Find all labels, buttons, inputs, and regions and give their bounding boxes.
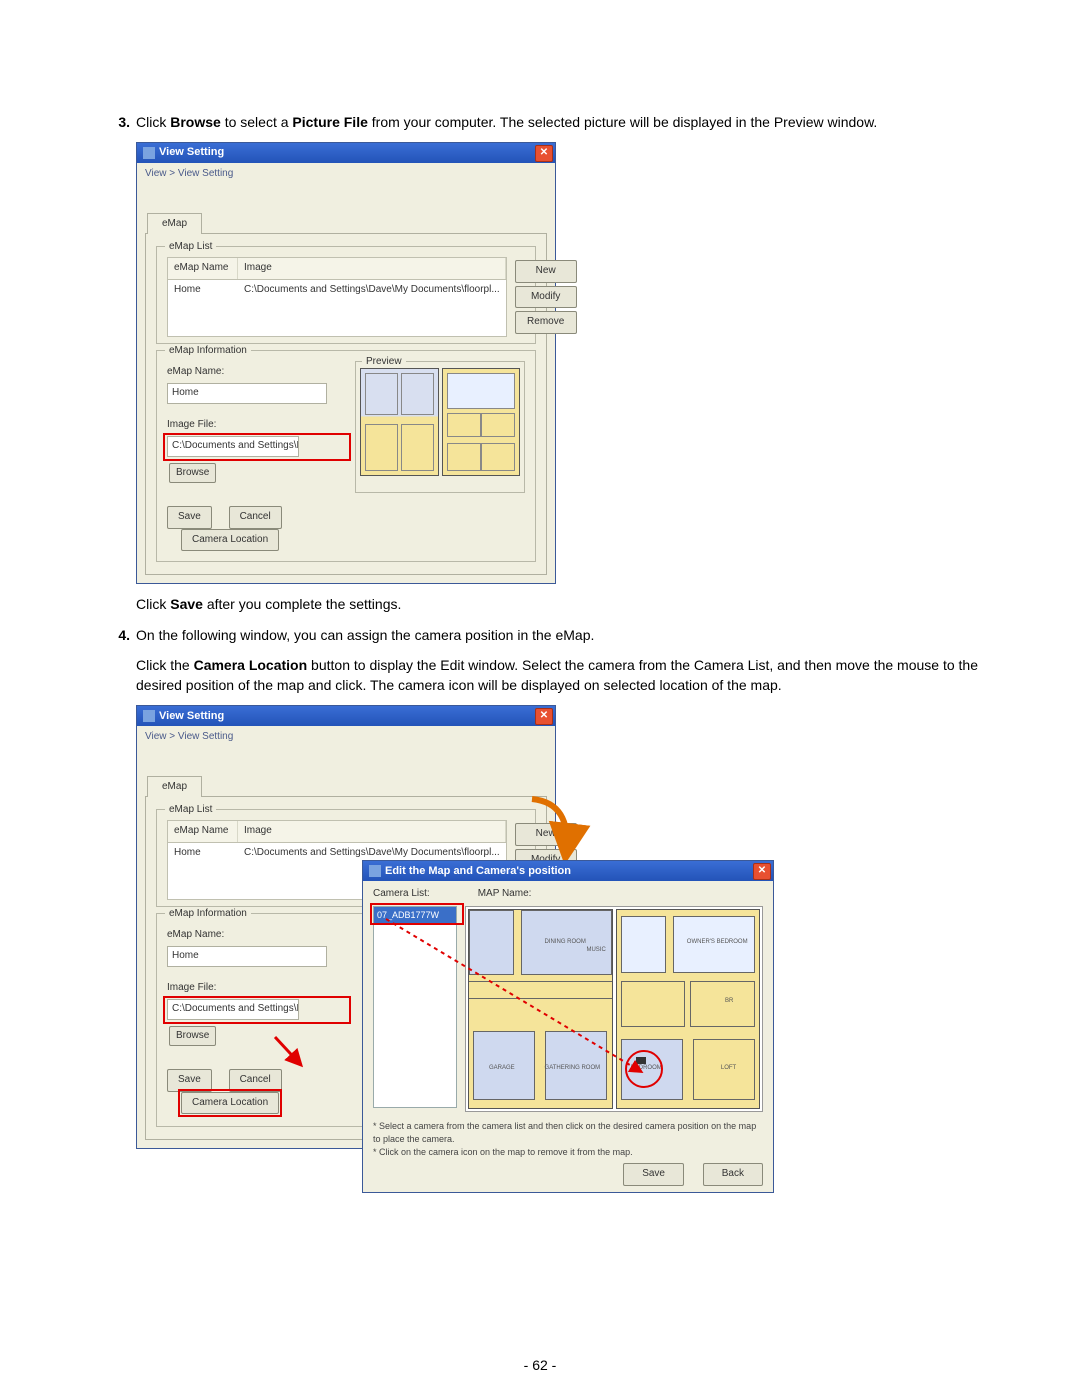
close-icon[interactable]: ✕	[535, 708, 553, 725]
app-icon	[143, 710, 155, 722]
group-emap-info: eMap Information	[165, 344, 251, 359]
step-body: On the following window, you can assign …	[136, 625, 980, 1181]
tip-text: * Select a camera from the camera list a…	[373, 1120, 763, 1146]
save-button[interactable]: Save	[167, 1069, 212, 1092]
window-titlebar: Edit the Map and Camera's position ✕	[363, 861, 773, 881]
tab-emap[interactable]: eMap	[147, 213, 202, 235]
camera-list-label: Camera List:	[373, 887, 430, 902]
step-number: 4.	[100, 625, 136, 1181]
breadcrumb: View > View Setting	[137, 163, 555, 186]
app-icon	[369, 865, 381, 877]
tip-text: * Click on the camera icon on the map to…	[373, 1146, 763, 1159]
camera-icon[interactable]	[636, 1057, 646, 1064]
map-editor[interactable]: DINING ROOM MUSIC GARAGE GATHERING ROOM	[465, 906, 763, 1112]
group-emap-list: eMap List	[165, 240, 216, 255]
save-button[interactable]: Save	[167, 506, 212, 529]
floorplan-preview	[360, 368, 520, 476]
emap-name-field[interactable]: Home	[167, 946, 327, 967]
group-emap-list: eMap List	[165, 803, 216, 818]
cancel-button[interactable]: Cancel	[229, 1069, 282, 1092]
browse-button[interactable]: Browse	[169, 1026, 216, 1047]
image-file-field[interactable]: C:\Documents and Settings\Dave\My Docum	[167, 999, 299, 1020]
emap-name-field[interactable]: Home	[167, 383, 327, 404]
close-icon[interactable]: ✕	[535, 145, 553, 162]
cancel-button[interactable]: Cancel	[229, 506, 282, 529]
page-number: - 62 -	[0, 1357, 1080, 1373]
window-title: View Setting	[159, 145, 224, 161]
close-icon[interactable]: ✕	[753, 863, 771, 880]
camera-location-button[interactable]: Camera Location	[181, 529, 279, 552]
breadcrumb: View > View Setting	[137, 726, 555, 749]
image-file-field[interactable]: C:\Documents and Settings\Dave\My Docum	[167, 436, 299, 457]
tab-emap[interactable]: eMap	[147, 776, 202, 798]
group-emap-info: eMap Information	[165, 907, 251, 922]
camera-list-item[interactable]: 07_ADB1777W	[374, 907, 456, 924]
new-button[interactable]: New	[515, 823, 577, 846]
window-titlebar: View Setting ✕	[137, 143, 555, 163]
emap-name-label: eMap Name:	[167, 365, 347, 380]
list-header: eMap Name Image	[167, 257, 507, 280]
edit-back-button[interactable]: Back	[703, 1163, 763, 1186]
edit-save-button[interactable]: Save	[623, 1163, 684, 1186]
list-item[interactable]: Home C:\Documents and Settings\Dave\My D…	[168, 280, 506, 301]
preview-panel: Preview	[355, 361, 525, 493]
new-button[interactable]: New	[515, 260, 577, 283]
step-number: 3.	[100, 112, 136, 615]
camera-location-button[interactable]: Camera Location	[181, 1092, 279, 1115]
window-title: Edit the Map and Camera's position	[385, 864, 571, 880]
image-file-label: Image File:	[167, 418, 347, 433]
window-title: View Setting	[159, 709, 224, 725]
app-icon	[143, 147, 155, 159]
remove-button[interactable]: Remove	[515, 311, 577, 334]
edit-map-window: Edit the Map and Camera's position ✕ Cam…	[362, 860, 774, 1192]
view-setting-window: View Setting ✕ View > View Setting eMap …	[136, 142, 556, 584]
window-titlebar: View Setting ✕	[137, 706, 555, 726]
browse-button[interactable]: Browse	[169, 463, 216, 484]
modify-button[interactable]: Modify	[515, 286, 577, 309]
step-body: Click Browse to select a Picture File fr…	[136, 112, 980, 615]
map-name-label: MAP Name:	[478, 887, 532, 902]
